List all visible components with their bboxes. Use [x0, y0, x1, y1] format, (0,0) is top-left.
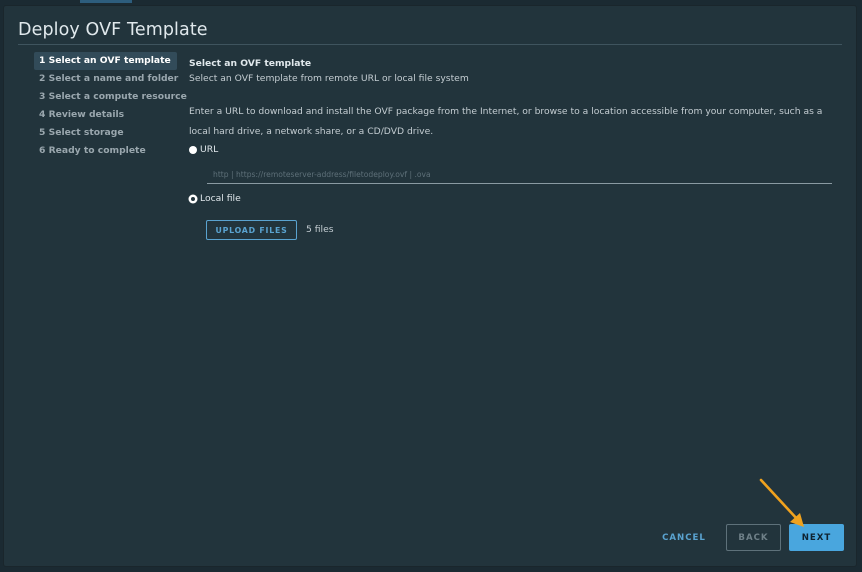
step-review-details[interactable]: 4 Review details: [34, 106, 179, 124]
step-select-storage[interactable]: 5 Select storage: [34, 124, 179, 142]
step-ready-to-complete[interactable]: 6 Ready to complete: [34, 142, 179, 160]
cancel-button[interactable]: CANCEL: [654, 524, 714, 551]
local-file-option-label: Local file: [200, 193, 241, 204]
top-bar-active-tab: [80, 0, 132, 3]
step-select-name-and-folder[interactable]: 2 Select a name and folder: [34, 70, 179, 88]
step-select-compute-resource[interactable]: 3 Select a compute resource: [34, 88, 187, 106]
local-file-radio[interactable]: [189, 194, 197, 203]
section-subtitle: Select an OVF template from remote URL o…: [189, 73, 469, 84]
title-divider: [18, 44, 842, 45]
url-input[interactable]: [207, 166, 832, 184]
step-select-ovf-template[interactable]: 1 Select an OVF template: [34, 52, 177, 70]
annotation-arrow-icon: [759, 478, 804, 527]
url-option-label: URL: [200, 144, 219, 155]
section-title: Select an OVF template: [189, 58, 312, 69]
file-count: 5 files: [306, 224, 334, 235]
url-option[interactable]: URL: [189, 144, 218, 155]
upload-files-button[interactable]: UPLOAD FILES: [206, 220, 297, 240]
dialog-title: Deploy OVF Template: [18, 20, 208, 40]
wizard-steps: 1 Select an OVF template 2 Select a name…: [34, 52, 187, 160]
section-description: Enter a URL to download and install the …: [189, 106, 823, 137]
local-file-option[interactable]: Local file: [189, 193, 241, 204]
url-radio[interactable]: [189, 145, 197, 154]
deploy-ovf-dialog: Deploy OVF Template 1 Select an OVF temp…: [4, 6, 856, 566]
